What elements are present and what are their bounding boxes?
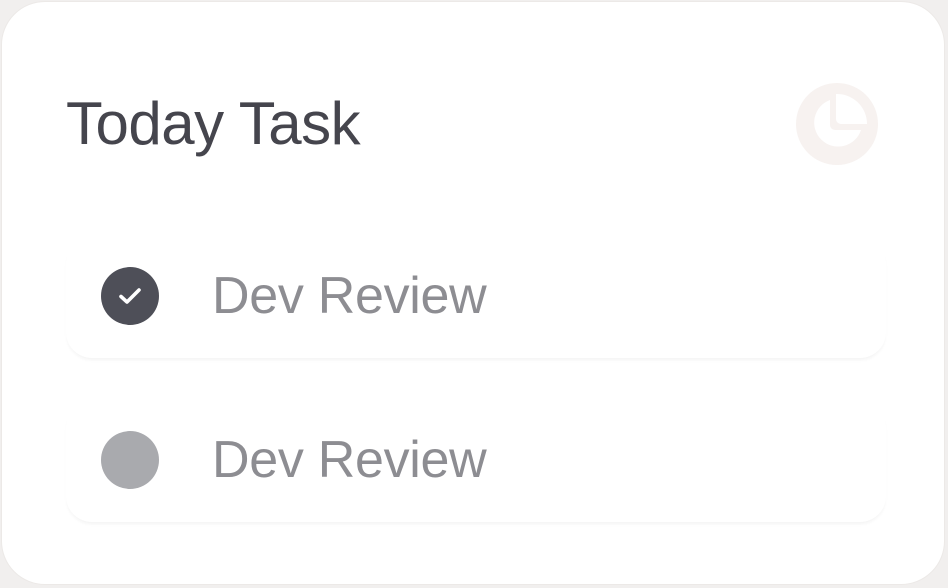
- task-checkbox-unchecked[interactable]: [101, 431, 159, 489]
- task-label: Dev Review: [212, 267, 487, 325]
- task-label: Dev Review: [212, 431, 487, 489]
- today-task-card: Today Task Dev Review Dev Review: [1, 1, 945, 585]
- card-title: Today Task: [66, 90, 361, 157]
- chart-menu-button[interactable]: [796, 83, 878, 165]
- check-icon: [119, 288, 141, 304]
- pie-chart-icon: [814, 93, 867, 147]
- task-item[interactable]: Dev Review: [66, 402, 886, 522]
- task-checkbox-checked[interactable]: [101, 267, 159, 325]
- task-item[interactable]: Dev Review: [66, 238, 886, 358]
